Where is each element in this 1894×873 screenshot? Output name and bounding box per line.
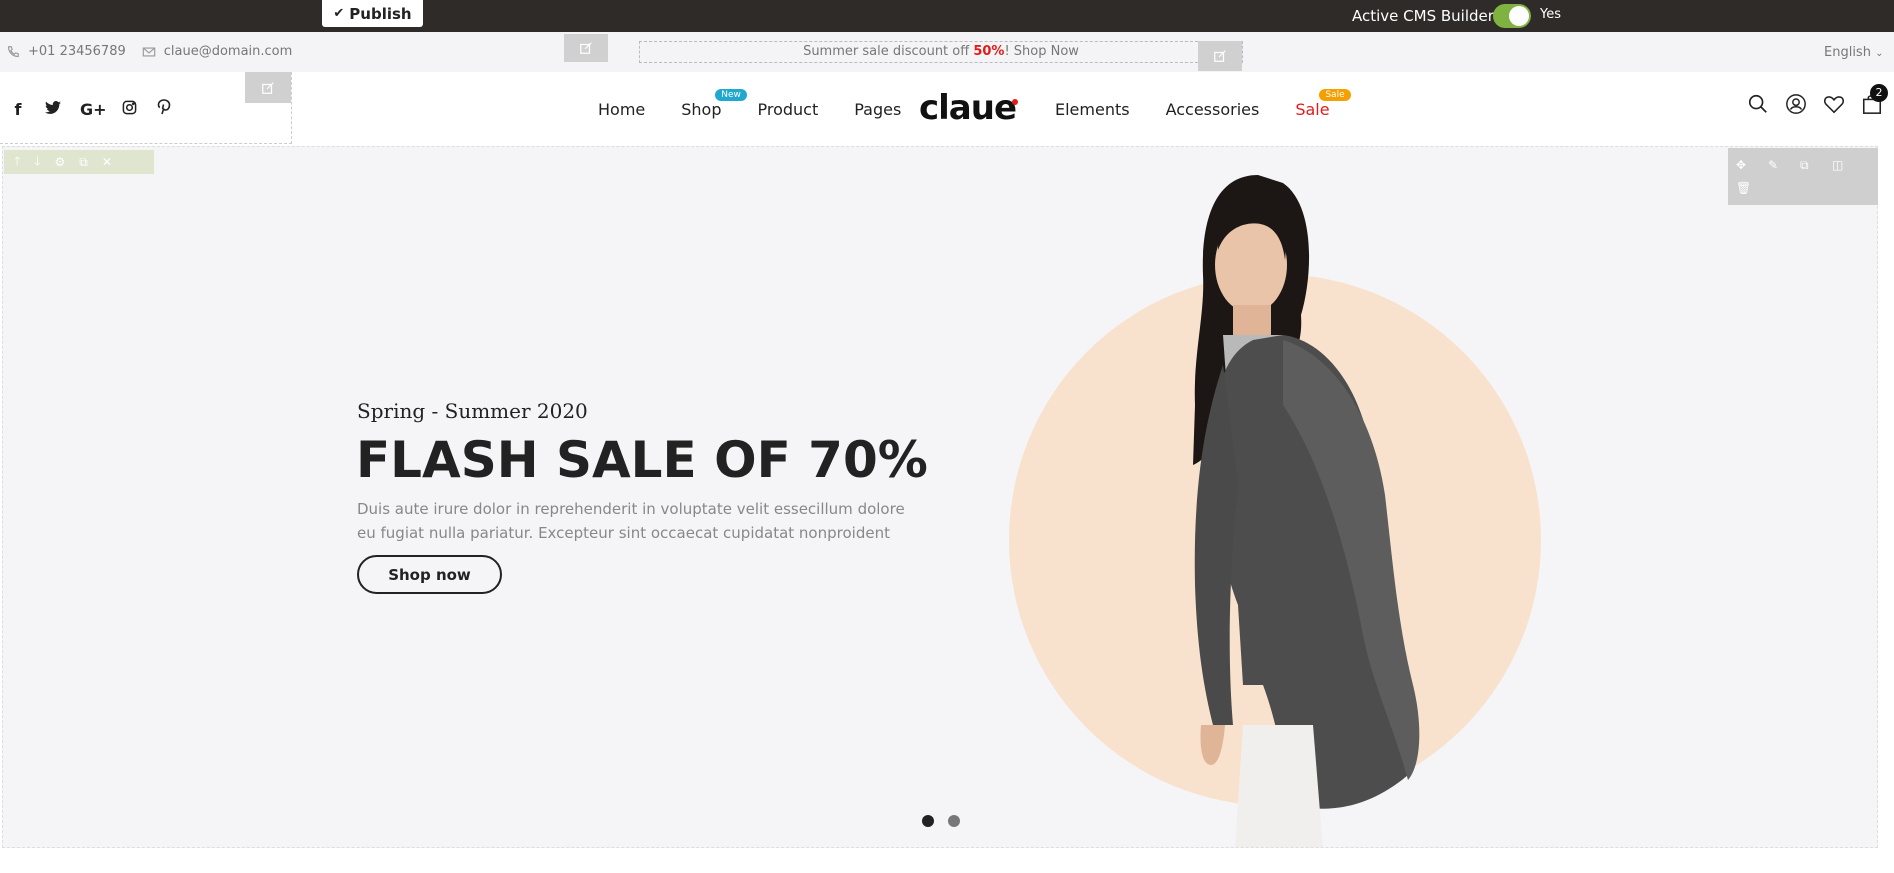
phone-number: +01 23456789 — [28, 44, 126, 59]
promo-suffix: ! Shop Now — [1004, 44, 1079, 59]
edit-icon — [1214, 50, 1226, 62]
promo-prefix: Summer sale discount off — [803, 44, 974, 59]
cms-builder-toggle[interactable] — [1493, 4, 1531, 28]
phone-icon — [8, 45, 19, 57]
trash-icon[interactable]: 🗑 — [1736, 177, 1768, 199]
toggle-state-label: Yes — [1540, 7, 1561, 22]
nav-item-home[interactable]: Home — [598, 100, 645, 119]
publish-label: Publish — [349, 4, 412, 23]
settings-icon[interactable]: ⚙ — [55, 155, 66, 169]
edit-icon — [580, 42, 592, 54]
nav-item-elements[interactable]: Elements — [1055, 100, 1130, 119]
toggle-knob — [1509, 6, 1529, 26]
slider-pagination — [922, 815, 960, 827]
nav-label: Home — [598, 100, 646, 119]
row-toolbar: 🡑 🡓 ⚙ ⧉ ✕ — [4, 150, 154, 174]
block-toolbar: ✥ ✎ ⧉ ◫ 🗑 — [1728, 148, 1878, 205]
duplicate-icon[interactable]: ⧉ — [1800, 154, 1832, 176]
contact-info: +01 23456789 claue@domain.com — [6, 44, 308, 59]
nav-label: Accessories — [1165, 100, 1260, 119]
nav-label: Product — [757, 100, 819, 119]
edit-social-button[interactable] — [245, 72, 291, 103]
cms-toolbar: ✔ Publish Active CMS Builder Yes — [0, 0, 1894, 32]
pinterest-icon[interactable] — [156, 99, 172, 119]
sale-badge: Sale — [1319, 89, 1351, 101]
site-logo[interactable]: claue — [919, 88, 1019, 128]
nav-item-accessories[interactable]: Accessories — [1166, 100, 1260, 119]
instagram-icon[interactable] — [121, 100, 137, 119]
hero-slider: Spring - Summer 2020 FLASH SALE OF 70% D… — [2, 146, 1878, 848]
edit-contact-button[interactable] — [564, 34, 608, 62]
publish-button[interactable]: ✔ Publish — [322, 0, 423, 27]
email-address[interactable]: claue@domain.com — [164, 44, 293, 59]
promo-banner[interactable]: Summer sale discount off 50%! Shop Now — [639, 41, 1243, 63]
edit-promo-button[interactable] — [1198, 41, 1242, 71]
logo-text: claue — [919, 88, 1017, 128]
move-icon[interactable]: ✥ — [1736, 154, 1768, 176]
chevron-down-icon: ⌄ — [1875, 48, 1884, 59]
account-icon[interactable] — [1785, 93, 1807, 115]
nav-label: Sale — [1295, 100, 1330, 119]
hero-model-image — [1193, 175, 1420, 847]
nav-item-sale[interactable]: Sale Sale — [1295, 89, 1351, 119]
slide-dot-2[interactable] — [948, 815, 960, 827]
hero-subheading: Spring - Summer 2020 — [357, 399, 588, 423]
header-actions — [1747, 93, 1883, 115]
wishlist-heart-icon[interactable] — [1823, 93, 1845, 115]
cart-count-badge: 2 — [1870, 84, 1888, 102]
twitter-icon[interactable] — [45, 100, 61, 119]
nav-label: Shop — [681, 100, 722, 119]
nav-item-shop[interactable]: Shop New — [681, 89, 747, 119]
cms-builder-label: Active CMS Builder — [1352, 7, 1494, 25]
search-icon[interactable] — [1747, 93, 1769, 115]
shop-now-button[interactable]: Shop now — [357, 555, 502, 594]
logo-dot — [1012, 99, 1019, 105]
facebook-icon[interactable]: f — [10, 100, 26, 119]
google-plus-icon[interactable]: G+ — [80, 100, 107, 119]
columns-icon[interactable]: ◫ — [1832, 154, 1864, 176]
hero-body-text: Duis aute irure dolor in reprehenderit i… — [357, 500, 905, 542]
check-icon: ✔ — [333, 6, 345, 21]
edit-icon[interactable]: ✎ — [1768, 154, 1800, 176]
move-up-icon[interactable]: 🡑 — [14, 152, 20, 173]
nav-label: Pages — [854, 100, 902, 119]
new-badge: New — [715, 89, 747, 101]
hero-headline: FLASH SALE OF 70% — [356, 431, 928, 489]
nav-label: Elements — [1055, 100, 1130, 119]
delete-icon[interactable]: ✕ — [102, 155, 112, 169]
language-selector[interactable]: English ⌄ — [1824, 45, 1883, 60]
slide-dot-1[interactable] — [922, 815, 934, 827]
language-label: English — [1824, 45, 1871, 60]
nav-item-pages[interactable]: Pages — [854, 100, 901, 119]
move-down-icon[interactable]: 🡓 — [34, 152, 40, 173]
duplicate-icon[interactable]: ⧉ — [79, 155, 88, 170]
email-icon — [142, 46, 156, 57]
main-nav-left: Home Shop New Product Pages — [598, 89, 937, 119]
nav-item-product[interactable]: Product — [758, 100, 819, 119]
main-nav-right: Elements Accessories Sale Sale — [1055, 89, 1366, 119]
promo-discount: 50% — [973, 44, 1005, 59]
edit-icon — [262, 81, 274, 94]
